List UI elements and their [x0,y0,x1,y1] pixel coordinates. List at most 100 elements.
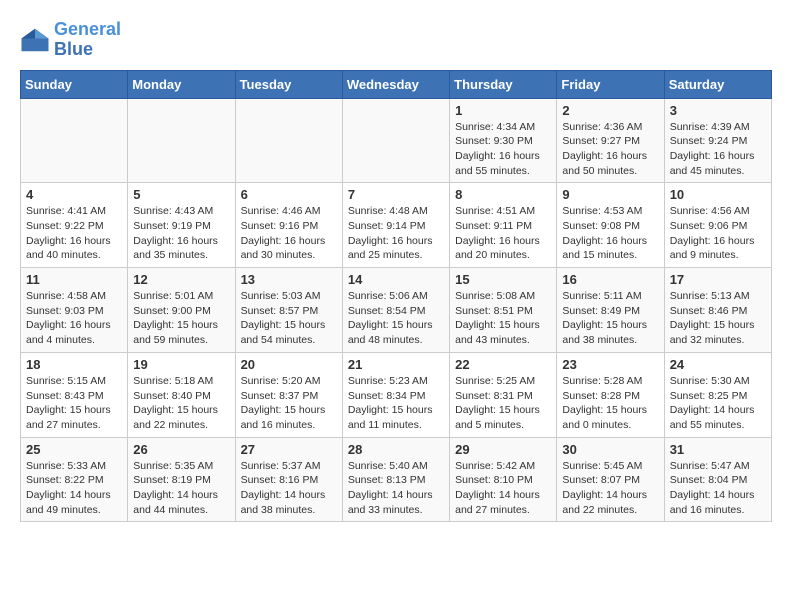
day-number: 6 [241,187,337,202]
weekday-header-thursday: Thursday [450,70,557,98]
day-content: Sunrise: 5:23 AM Sunset: 8:34 PM Dayligh… [348,374,444,433]
day-number: 17 [670,272,766,287]
calendar-day-31: 31 Sunrise: 5:47 AM Sunset: 8:04 PM Dayli… [664,437,771,522]
day-content: Sunrise: 5:11 AM Sunset: 8:49 PM Dayligh… [562,289,658,348]
day-content: Sunrise: 5:18 AM Sunset: 8:40 PM Dayligh… [133,374,229,433]
calendar-day-3: 3 Sunrise: 4:39 AM Sunset: 9:24 PM Daylig… [664,98,771,183]
calendar-day-15: 15 Sunrise: 5:08 AM Sunset: 8:51 PM Dayli… [450,268,557,353]
day-number: 11 [26,272,122,287]
weekday-header-saturday: Saturday [664,70,771,98]
day-number: 5 [133,187,229,202]
calendar-day-9: 9Sunrise: 4:53 AM Sunset: 9:08 PM Daylig… [557,183,664,268]
weekday-header-sunday: Sunday [21,70,128,98]
day-content: Sunrise: 5:30 AM Sunset: 8:25 PM Dayligh… [670,374,766,433]
day-content: Sunrise: 5:45 AM Sunset: 8:07 PM Dayligh… [562,459,658,518]
weekday-header-row: SundayMondayTuesdayWednesdayThursdayFrid… [21,70,772,98]
day-number: 8 [455,187,551,202]
day-content: Sunrise: 5:06 AM Sunset: 8:54 PM Dayligh… [348,289,444,348]
day-content: Sunrise: 4:53 AM Sunset: 9:08 PM Dayligh… [562,204,658,263]
day-number: 31 [670,442,766,457]
day-content: Sunrise: 5:20 AM Sunset: 8:37 PM Dayligh… [241,374,337,433]
day-number: 12 [133,272,229,287]
day-number: 18 [26,357,122,372]
logo: General Blue [20,20,121,60]
calendar-day-29: 29 Sunrise: 5:42 AM Sunset: 8:10 PM Dayli… [450,437,557,522]
calendar-table: SundayMondayTuesdayWednesdayThursdayFrid… [20,70,772,523]
weekday-header-monday: Monday [128,70,235,98]
calendar-day-16: 16 Sunrise: 5:11 AM Sunset: 8:49 PM Dayli… [557,268,664,353]
calendar-day-23: 23 Sunrise: 5:28 AM Sunset: 8:28 PM Dayli… [557,352,664,437]
calendar-week-row: 11 Sunrise: 4:58 AM Sunset: 9:03 PM Dayli… [21,268,772,353]
calendar-day-empty [342,98,449,183]
day-content: Sunrise: 4:48 AM Sunset: 9:14 PM Dayligh… [348,204,444,263]
day-number: 25 [26,442,122,457]
day-number: 1 [455,103,551,118]
day-number: 16 [562,272,658,287]
calendar-day-19: 19 Sunrise: 5:18 AM Sunset: 8:40 PM Dayli… [128,352,235,437]
day-content: Sunrise: 5:47 AM Sunset: 8:04 PM Dayligh… [670,459,766,518]
day-content: Sunrise: 4:39 AM Sunset: 9:24 PM Dayligh… [670,120,766,179]
day-number: 27 [241,442,337,457]
day-number: 28 [348,442,444,457]
day-number: 26 [133,442,229,457]
day-content: Sunrise: 5:03 AM Sunset: 8:57 PM Dayligh… [241,289,337,348]
calendar-week-row: 1 Sunrise: 4:34 AM Sunset: 9:30 PM Daylig… [21,98,772,183]
calendar-day-2: 2 Sunrise: 4:36 AM Sunset: 9:27 PM Daylig… [557,98,664,183]
day-number: 2 [562,103,658,118]
day-number: 21 [348,357,444,372]
day-content: Sunrise: 4:56 AM Sunset: 9:06 PM Dayligh… [670,204,766,263]
calendar-day-17: 17Sunrise: 5:13 AM Sunset: 8:46 PM Dayli… [664,268,771,353]
calendar-day-20: 20 Sunrise: 5:20 AM Sunset: 8:37 PM Dayli… [235,352,342,437]
day-content: Sunrise: 5:33 AM Sunset: 8:22 PM Dayligh… [26,459,122,518]
day-content: Sunrise: 5:40 AM Sunset: 8:13 PM Dayligh… [348,459,444,518]
weekday-header-friday: Friday [557,70,664,98]
day-number: 29 [455,442,551,457]
day-content: Sunrise: 5:25 AM Sunset: 8:31 PM Dayligh… [455,374,551,433]
day-number: 24 [670,357,766,372]
weekday-header-wednesday: Wednesday [342,70,449,98]
day-content: Sunrise: 4:36 AM Sunset: 9:27 PM Dayligh… [562,120,658,179]
calendar-week-row: 4Sunrise: 4:41 AM Sunset: 9:22 PM Daylig… [21,183,772,268]
day-number: 15 [455,272,551,287]
day-number: 4 [26,187,122,202]
calendar-day-empty [21,98,128,183]
logo-icon [20,25,50,55]
calendar-day-28: 28 Sunrise: 5:40 AM Sunset: 8:13 PM Dayli… [342,437,449,522]
logo-text: General Blue [54,20,121,60]
day-content: Sunrise: 5:37 AM Sunset: 8:16 PM Dayligh… [241,459,337,518]
day-content: Sunrise: 5:08 AM Sunset: 8:51 PM Dayligh… [455,289,551,348]
weekday-header-tuesday: Tuesday [235,70,342,98]
day-number: 19 [133,357,229,372]
day-number: 7 [348,187,444,202]
day-number: 13 [241,272,337,287]
calendar-day-25: 25 Sunrise: 5:33 AM Sunset: 8:22 PM Dayli… [21,437,128,522]
day-number: 3 [670,103,766,118]
day-number: 14 [348,272,444,287]
day-content: Sunrise: 5:35 AM Sunset: 8:19 PM Dayligh… [133,459,229,518]
day-number: 10 [670,187,766,202]
calendar-day-26: 26 Sunrise: 5:35 AM Sunset: 8:19 PM Dayli… [128,437,235,522]
calendar-day-5: 5 Sunrise: 4:43 AM Sunset: 9:19 PM Daylig… [128,183,235,268]
calendar-day-24: 24 Sunrise: 5:30 AM Sunset: 8:25 PM Dayli… [664,352,771,437]
day-number: 30 [562,442,658,457]
calendar-day-4: 4Sunrise: 4:41 AM Sunset: 9:22 PM Daylig… [21,183,128,268]
day-number: 23 [562,357,658,372]
calendar-day-14: 14 Sunrise: 5:06 AM Sunset: 8:54 PM Dayli… [342,268,449,353]
day-number: 20 [241,357,337,372]
calendar-day-11: 11 Sunrise: 4:58 AM Sunset: 9:03 PM Dayli… [21,268,128,353]
calendar-day-22: 22Sunrise: 5:25 AM Sunset: 8:31 PM Dayli… [450,352,557,437]
calendar-day-27: 27 Sunrise: 5:37 AM Sunset: 8:16 PM Dayli… [235,437,342,522]
calendar-day-6: 6Sunrise: 4:46 AM Sunset: 9:16 PM Daylig… [235,183,342,268]
calendar-day-21: 21 Sunrise: 5:23 AM Sunset: 8:34 PM Dayli… [342,352,449,437]
day-content: Sunrise: 5:42 AM Sunset: 8:10 PM Dayligh… [455,459,551,518]
day-content: Sunrise: 5:28 AM Sunset: 8:28 PM Dayligh… [562,374,658,433]
calendar-day-10: 10 Sunrise: 4:56 AM Sunset: 9:06 PM Dayli… [664,183,771,268]
calendar-day-12: 12 Sunrise: 5:01 AM Sunset: 9:00 PM Dayli… [128,268,235,353]
day-content: Sunrise: 4:58 AM Sunset: 9:03 PM Dayligh… [26,289,122,348]
calendar-day-13: 13 Sunrise: 5:03 AM Sunset: 8:57 PM Dayli… [235,268,342,353]
day-content: Sunrise: 5:01 AM Sunset: 9:00 PM Dayligh… [133,289,229,348]
day-content: Sunrise: 4:43 AM Sunset: 9:19 PM Dayligh… [133,204,229,263]
page-header: General Blue [20,20,772,60]
day-content: Sunrise: 4:34 AM Sunset: 9:30 PM Dayligh… [455,120,551,179]
day-content: Sunrise: 4:51 AM Sunset: 9:11 PM Dayligh… [455,204,551,263]
